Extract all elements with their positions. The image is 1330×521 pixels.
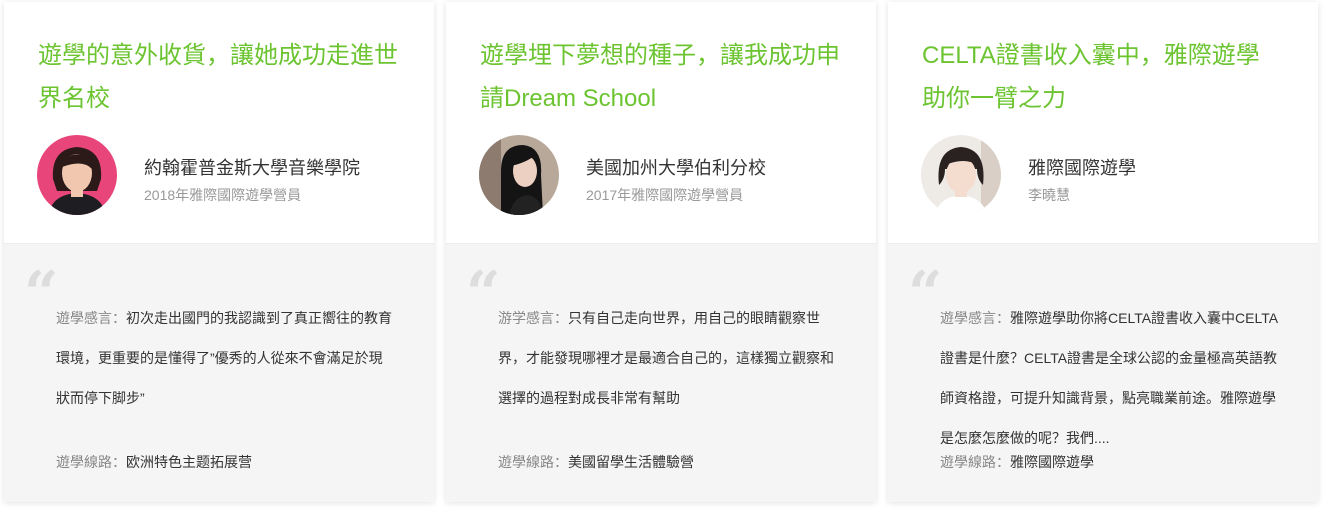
card-title[interactable]: CELTA證書收入囊中，雅際遊學助你一臂之力 (922, 34, 1282, 120)
student-info: 2017年雅際國際遊學營員 (586, 187, 744, 203)
student-info: 李曉慧 (1028, 187, 1070, 203)
school-name: 雅際國際遊學 (1028, 158, 1136, 178)
quote-mark-icon: “ (466, 259, 501, 329)
card-header: 遊學埋下夢想的種子，讓我成功申請Dream School 美國加州大學伯利分校 … (446, 2, 876, 244)
quote-mark-icon: “ (24, 259, 59, 329)
avatar (921, 135, 1001, 215)
student-info: 2018年雅際國際遊學營員 (144, 187, 302, 203)
quote-content: 雅際遊學助你將CELTA證書收入囊中CELTA證書是什麼？CELTA證書是全球公… (940, 310, 1279, 446)
card-title[interactable]: 遊學的意外收貨，讓她成功走進世界名校 (38, 34, 398, 120)
avatar (479, 135, 559, 215)
testimonial-text: 遊學感言：初次走出國門的我認識到了真正嚮往的教育環境，更重要的是懂得了”優秀的人… (56, 298, 396, 418)
quote-label: 遊學感言： (940, 310, 1010, 326)
route-value: 欧洲特色主题拓展营 (126, 454, 252, 470)
card-header: CELTA證書收入囊中，雅際遊學助你一臂之力 雅際國際遊學 李曉慧 (888, 2, 1318, 244)
route-line: 遊學線路：雅際國際遊學 (940, 452, 1094, 472)
route-line: 遊學線路：美國留學生活體驗營 (498, 452, 694, 472)
avatar (37, 135, 117, 215)
route-line: 遊學線路：欧洲特色主题拓展营 (56, 452, 252, 472)
route-value: 美國留學生活體驗營 (568, 454, 694, 470)
route-label: 遊學線路： (56, 454, 126, 470)
testimonial-text: 游学感言：只有自己走向世界，用自己的眼睛觀察世界，才能發現哪裡才是最適合自己的，… (498, 298, 838, 418)
testimonial-text: 遊學感言：雅際遊學助你將CELTA證書收入囊中CELTA證書是什麼？CELTA證… (940, 298, 1280, 458)
testimonial-card-2[interactable]: 遊學埋下夢想的種子，讓我成功申請Dream School 美國加州大學伯利分校 … (446, 2, 876, 502)
school-name: 約翰霍普金斯大學音樂學院 (144, 158, 360, 178)
card-header: 遊學的意外收貨，讓她成功走進世界名校 約翰霍普金斯大學音樂學院 2018年雅際國… (4, 2, 434, 244)
quote-label: 遊學感言： (56, 310, 126, 326)
school-name: 美國加州大學伯利分校 (586, 158, 766, 178)
testimonial-card-3[interactable]: CELTA證書收入囊中，雅際遊學助你一臂之力 雅際國際遊學 李曉慧 “ 遊學感言… (888, 2, 1318, 502)
route-label: 遊學線路： (940, 454, 1010, 470)
route-value: 雅際國際遊學 (1010, 454, 1094, 470)
quote-mark-icon: “ (908, 259, 943, 329)
card-title[interactable]: 遊學埋下夢想的種子，讓我成功申請Dream School (480, 34, 840, 120)
route-label: 遊學線路： (498, 454, 568, 470)
testimonial-card-1[interactable]: 遊學的意外收貨，讓她成功走進世界名校 約翰霍普金斯大學音樂學院 2018年雅際國… (4, 2, 434, 502)
quote-label: 游学感言： (498, 310, 568, 326)
